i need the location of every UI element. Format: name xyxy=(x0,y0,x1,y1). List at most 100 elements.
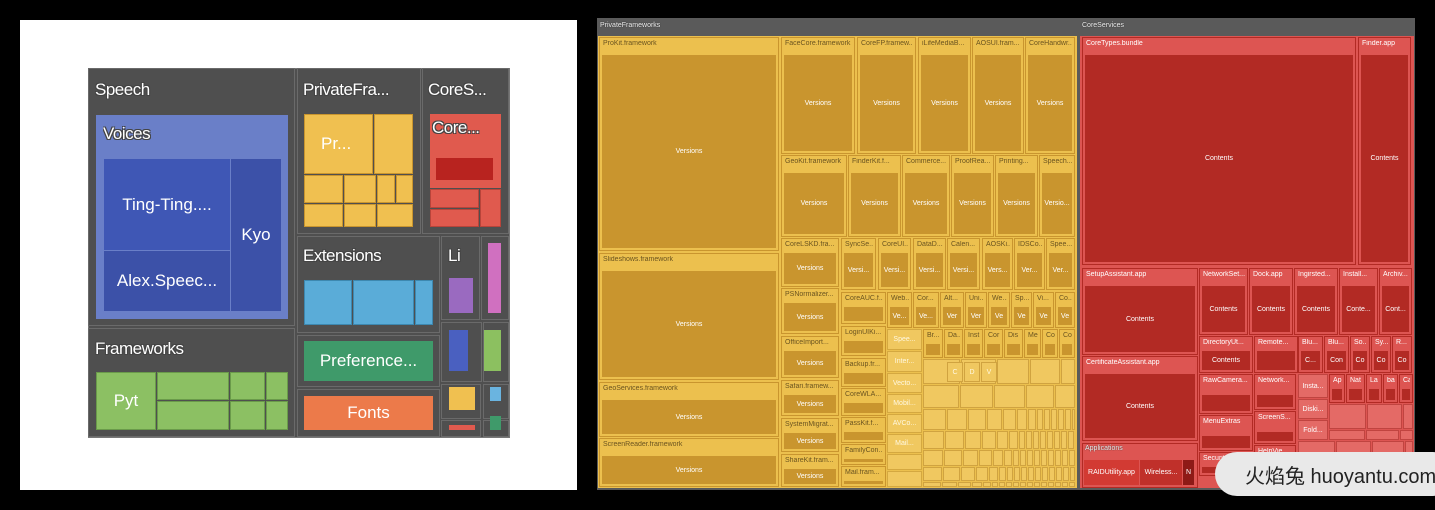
treemap-tile[interactable] xyxy=(968,409,986,430)
treemap-tile[interactable] xyxy=(1072,409,1075,430)
extensions-tile[interactable] xyxy=(304,280,352,325)
treemap-tile[interactable] xyxy=(972,482,982,487)
node-child[interactable] xyxy=(1349,389,1362,400)
treemap-tile[interactable] xyxy=(943,467,960,481)
treemap-node[interactable]: DataD... Versi... xyxy=(913,238,946,290)
treemap-node[interactable]: Web... Ve... xyxy=(887,292,912,328)
treemap-tile[interactable] xyxy=(994,385,1025,408)
node-child[interactable]: Versions xyxy=(602,271,776,377)
li-tile[interactable] xyxy=(449,278,473,313)
treemap-tile[interactable] xyxy=(1034,482,1040,487)
treemap-tile[interactable] xyxy=(965,431,981,449)
treemap-tile[interactable] xyxy=(960,385,993,408)
treemap-node[interactable]: CoreAUC.f... xyxy=(841,292,886,324)
node-ting-ting[interactable]: Ting-Ting.... xyxy=(104,159,230,250)
treemap-node[interactable]: Inst xyxy=(964,329,983,358)
node-child[interactable]: Contents xyxy=(1361,55,1408,262)
private-tile[interactable] xyxy=(344,175,376,203)
node-child[interactable]: Versions xyxy=(784,55,852,151)
treemap-tile[interactable] xyxy=(1058,409,1064,430)
node-child[interactable] xyxy=(1045,344,1055,355)
treemap-node[interactable]: Uni... Ver xyxy=(965,292,987,328)
node-child[interactable]: Versions xyxy=(784,469,836,484)
cores-tile[interactable] xyxy=(480,189,501,227)
treemap-node[interactable]: Printing... Versions xyxy=(995,155,1038,237)
node-private-child[interactable]: Pr... xyxy=(304,114,373,174)
node-child[interactable] xyxy=(1027,344,1038,355)
node-child[interactable] xyxy=(844,373,883,384)
node-child[interactable]: Versions xyxy=(784,303,836,331)
treemap-tile[interactable] xyxy=(1069,482,1075,487)
node-child[interactable]: Con xyxy=(1327,351,1346,370)
node-child[interactable]: Ver... xyxy=(1049,253,1072,287)
node-child[interactable] xyxy=(926,344,940,355)
node-child[interactable]: Ve... xyxy=(916,307,936,325)
treemap-tile[interactable] xyxy=(944,450,962,466)
treemap-tile[interactable] xyxy=(1329,404,1366,429)
node-child[interactable] xyxy=(844,432,883,440)
treemap-tile[interactable] xyxy=(923,409,946,430)
frameworks-tile[interactable] xyxy=(266,401,288,430)
cores-tile[interactable] xyxy=(430,189,479,208)
treemap-node[interactable]: CoreTypes.bundle Contents xyxy=(1082,37,1356,265)
node-child[interactable]: Versions xyxy=(975,55,1021,151)
treemap-node[interactable]: Ap xyxy=(1329,374,1345,403)
treemap-tile[interactable] xyxy=(1062,450,1068,466)
treemap-tile[interactable] xyxy=(999,467,1006,481)
treemap-tile[interactable] xyxy=(961,467,975,481)
node-kyo[interactable]: Kyo xyxy=(231,159,281,311)
treemap-tile[interactable] xyxy=(1048,450,1054,466)
small-lightblue-tile[interactable] xyxy=(490,387,501,401)
treemap-node[interactable]: Blu... C... xyxy=(1298,336,1323,373)
pink-tile[interactable] xyxy=(488,243,501,313)
treemap-tile[interactable] xyxy=(1400,430,1413,440)
treemap-tile[interactable] xyxy=(989,467,998,481)
treemap-tile[interactable] xyxy=(1020,450,1026,466)
node-child[interactable]: Co xyxy=(1353,351,1367,370)
frameworks-tile[interactable] xyxy=(230,401,265,430)
treemap-node[interactable]: La xyxy=(1366,374,1382,403)
treemap-node[interactable]: NetworkSet... Contents xyxy=(1199,268,1248,335)
treemap-node[interactable]: CoreWLA... xyxy=(841,388,886,416)
private-tile[interactable] xyxy=(396,175,413,203)
treemap-node[interactable]: Network... xyxy=(1254,374,1296,410)
node-child[interactable] xyxy=(1202,436,1250,448)
treemap-tile[interactable] xyxy=(1034,450,1040,466)
treemap-node[interactable]: Vi... Ve xyxy=(1033,292,1054,328)
treemap-tile[interactable] xyxy=(992,482,998,487)
extensions-tile[interactable] xyxy=(415,280,433,325)
column-tile[interactable]: Spee... xyxy=(887,329,922,350)
node-child[interactable]: Contents xyxy=(1202,286,1245,332)
treemap-tile[interactable] xyxy=(923,431,944,449)
treemap-node[interactable]: Finder.app Contents xyxy=(1358,37,1411,265)
treemap-tile[interactable] xyxy=(979,450,992,466)
node-child[interactable] xyxy=(987,344,1000,355)
treemap-tile[interactable] xyxy=(1048,482,1054,487)
treemap-tile[interactable] xyxy=(1044,409,1050,430)
treemap-tile[interactable] xyxy=(1055,450,1061,466)
treemap-tile[interactable] xyxy=(1019,431,1025,449)
node-child[interactable]: Ve xyxy=(991,307,1007,325)
node-child[interactable]: Versions xyxy=(851,173,898,234)
treemap-tile[interactable] xyxy=(1061,359,1075,384)
node-preference[interactable]: Preference... xyxy=(304,341,433,381)
node-child[interactable] xyxy=(1257,351,1295,370)
treemap-tile[interactable] xyxy=(942,482,957,487)
treemap-node[interactable]: FamilyCon... xyxy=(841,444,886,465)
treemap-tile[interactable] xyxy=(982,431,996,449)
treemap-tile[interactable] xyxy=(1020,482,1026,487)
private-tile[interactable] xyxy=(304,204,343,227)
column-tile[interactable]: AVCo... xyxy=(887,414,922,433)
node-child[interactable]: Co xyxy=(1395,351,1409,370)
treemap-node[interactable]: Co xyxy=(1059,329,1075,358)
treemap-node[interactable]: PassKit.f... xyxy=(841,417,886,443)
treemap-tile[interactable] xyxy=(997,359,1029,384)
node-child[interactable] xyxy=(844,341,883,353)
treemap-node[interactable]: Nat xyxy=(1346,374,1365,403)
treemap-tile[interactable] xyxy=(1041,482,1047,487)
node-child[interactable]: Ve xyxy=(1014,307,1029,325)
node-child[interactable] xyxy=(844,481,883,484)
extensions-tile[interactable] xyxy=(353,280,414,325)
column-tile[interactable] xyxy=(887,454,922,470)
application-child[interactable]: RAIDUtility.app xyxy=(1084,460,1139,485)
